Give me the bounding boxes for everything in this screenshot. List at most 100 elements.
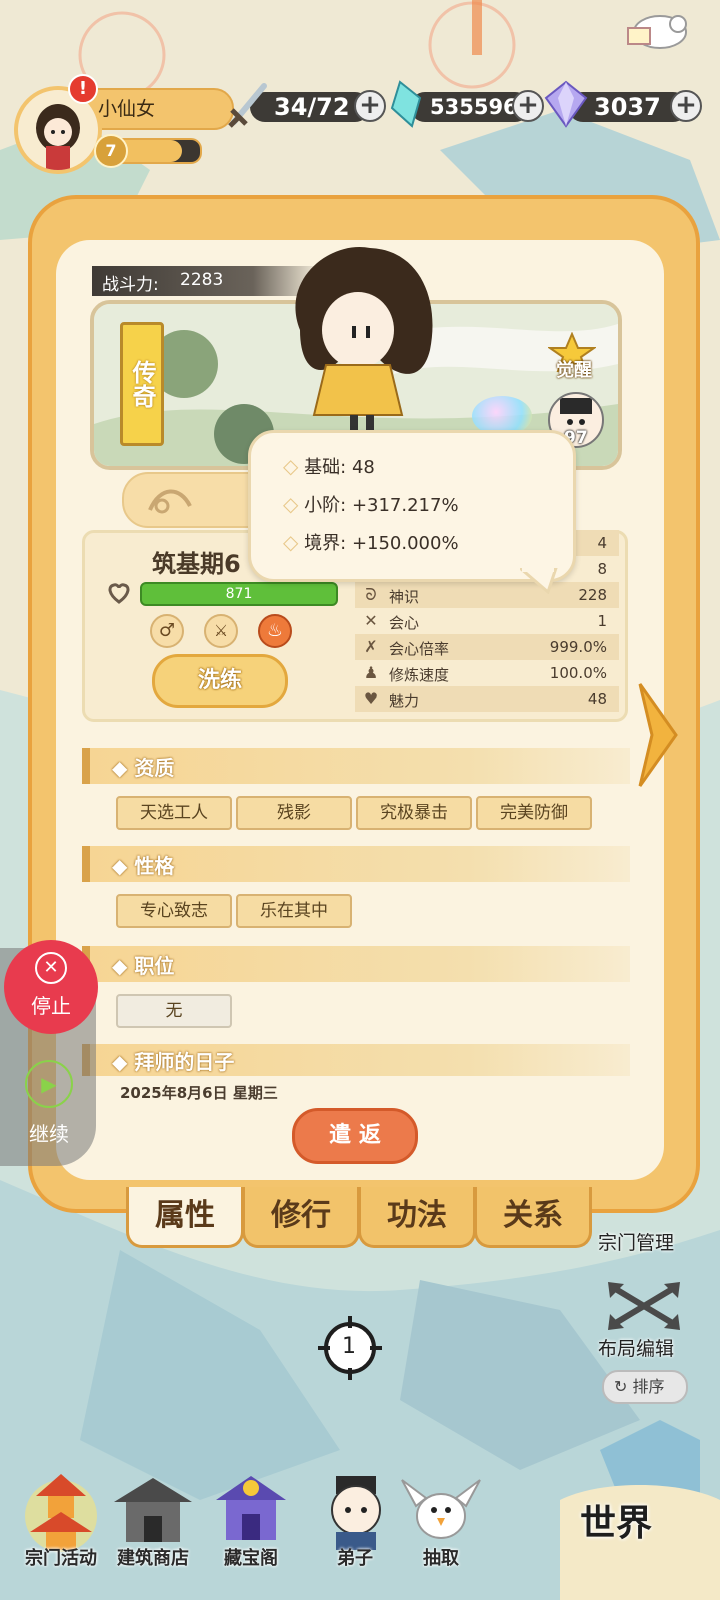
fire-element-icon: ♨: [258, 614, 292, 648]
tag-label: 残影: [277, 803, 311, 823]
crystal-plus-button[interactable]: +: [512, 90, 544, 122]
aptitude-tag[interactable]: 究极暴击: [356, 796, 472, 830]
rarity-badge: 传奇: [120, 322, 164, 446]
charm-heart-icon: ♥: [363, 689, 379, 708]
world-label: 世界: [580, 1503, 653, 1544]
stat-row-charm: ♥ 魅力 48: [355, 686, 619, 712]
stat-label: 神识: [389, 588, 420, 606]
tooltip-value: +150.000%: [351, 533, 459, 554]
personality-tag[interactable]: 乐在其中: [236, 894, 352, 928]
shop-building-icon: [114, 1478, 192, 1542]
tooltip-row-base: ◇ 基础: 48: [283, 453, 375, 479]
realm-title: 筑基期6: [152, 550, 241, 578]
aptitude-title: ◆ 资质: [112, 756, 175, 780]
tooltip-label: 境界:: [304, 533, 347, 554]
dismiss-button-label: 遣 返: [329, 1123, 381, 1148]
heart-icon: [108, 583, 130, 604]
aptitude-tag[interactable]: 天选工人: [116, 796, 232, 830]
tab-label: 关系: [503, 1198, 563, 1233]
aptitude-tag[interactable]: 残影: [236, 796, 352, 830]
crit-multiplier-icon: ✗: [364, 637, 378, 656]
aptitude-tag[interactable]: 完美防御: [476, 796, 592, 830]
position-value[interactable]: 无: [116, 994, 232, 1028]
diamond-plus-button[interactable]: +: [670, 90, 702, 122]
weapon-slot-icon: [148, 489, 192, 514]
nav-sect-activity[interactable]: 宗门活动: [16, 1466, 106, 1576]
tag-label: 专心致志: [140, 901, 208, 921]
pagoda-icon: [25, 1474, 97, 1552]
stop-label: 停止: [31, 994, 71, 1018]
gender-icon: ♂: [150, 614, 184, 648]
sort-button[interactable]: ↻ 排序: [602, 1370, 688, 1404]
stat-value: 100.0%: [549, 664, 607, 682]
dismiss-button[interactable]: 遣 返: [292, 1108, 418, 1164]
nav-label: 抽取: [423, 1548, 459, 1569]
personality-tag[interactable]: 专心致志: [116, 894, 232, 928]
disciple-character-sprite: [295, 246, 433, 431]
nav-disciples[interactable]: 弟子: [310, 1466, 400, 1576]
mail-bird-icon[interactable]: [620, 4, 700, 56]
tab-relations[interactable]: 关系: [474, 1187, 592, 1248]
stat-row-cultivation-speed: ♟ 修炼速度 100.0%: [355, 660, 619, 686]
nav-treasure-pavilion[interactable]: 藏宝阁: [206, 1466, 296, 1576]
tab-cultivation[interactable]: 修行: [242, 1187, 360, 1248]
nav-label: 藏宝阁: [224, 1548, 278, 1569]
combat-power-label: 战斗力:: [102, 275, 159, 295]
nav-building-shop[interactable]: 建筑商店: [108, 1466, 198, 1576]
tag-label: 完美防御: [500, 803, 568, 823]
tab-techniques[interactable]: 功法: [358, 1187, 476, 1248]
tab-attributes[interactable]: 属性: [126, 1187, 244, 1248]
stat-label: 修炼速度: [389, 666, 450, 684]
stop-button[interactable]: ✕ 停止: [4, 940, 98, 1034]
diamond-bullet-icon: ◇: [283, 492, 299, 516]
weapon-type-icon: ⚔: [204, 614, 238, 648]
tooltip-tail: [520, 568, 558, 594]
locator-number: 1: [342, 1334, 356, 1359]
awaken-label: 觉醒: [556, 360, 592, 381]
stamina-plus-button[interactable]: +: [354, 90, 386, 122]
layout-edit-label[interactable]: 布局编辑: [598, 1334, 674, 1361]
diamond-icon: [544, 80, 588, 128]
tooltip-row-minor: ◇ 小阶: +317.217%: [283, 491, 459, 517]
spirit-icon: ᘐ: [365, 585, 377, 604]
tag-label: 乐在其中: [260, 901, 328, 921]
player-name: 小仙女: [98, 98, 156, 120]
continue-button[interactable]: ▶ 继续: [4, 1060, 94, 1160]
stop-icon: ✕: [35, 952, 67, 984]
disciple-head-icon: [331, 1476, 381, 1550]
next-disciple-arrow[interactable]: [632, 680, 682, 790]
tab-label: 属性: [155, 1198, 215, 1233]
alert-badge[interactable]: !: [68, 74, 98, 104]
bird-icon: [401, 1479, 481, 1539]
treasure-pavilion-icon: [216, 1476, 286, 1540]
combat-power-value: 2283: [180, 270, 224, 290]
refresh-icon: ↻: [614, 1377, 628, 1396]
hp-value: 871: [225, 586, 253, 602]
aptitude-header: ◆ 资质: [82, 748, 630, 784]
stat-row-crit: ✕ 会心 1: [355, 608, 619, 634]
tooltip-value: 48: [351, 457, 375, 478]
position-title: ◆ 职位: [112, 954, 175, 978]
apprentice-date-title: ◆ 拜师的日子: [112, 1050, 235, 1074]
personality-header: ◆ 性格: [82, 846, 630, 882]
position-label: 无: [165, 1001, 183, 1021]
stat-value: 4: [597, 534, 607, 552]
sword-icon: [228, 83, 267, 128]
diamond-value: 3037: [594, 93, 661, 121]
world-button[interactable]: 世界: [580, 1494, 680, 1554]
tooltip-value: +317.217%: [351, 495, 459, 516]
sect-management-label[interactable]: 宗门管理: [598, 1228, 674, 1255]
stat-value: 1: [597, 612, 607, 630]
nav-draw[interactable]: 抽取: [396, 1466, 486, 1576]
stat-label: 会心倍率: [389, 640, 450, 658]
diamond-bullet-icon: ◇: [283, 454, 299, 478]
layout-edit-icon[interactable]: [604, 1278, 684, 1334]
crit-icon: ✕: [364, 611, 378, 630]
crystal-icon: [390, 80, 422, 128]
tab-label: 修行: [271, 1198, 331, 1233]
apprentice-date-header: ◆ 拜师的日子: [82, 1044, 630, 1076]
stat-row-spirit: ᘐ 神识 228: [355, 582, 619, 608]
tooltip-label: 基础:: [304, 457, 347, 478]
nav-label: 弟子: [337, 1548, 373, 1569]
refine-button[interactable]: 洗练: [152, 654, 288, 708]
